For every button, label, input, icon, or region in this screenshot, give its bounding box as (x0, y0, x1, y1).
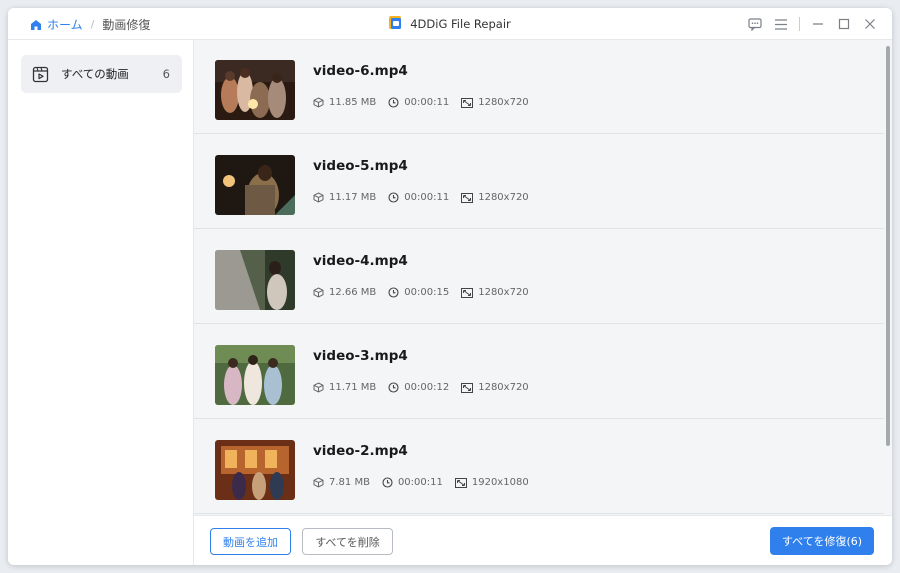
file-name: video-6.mp4 (313, 63, 408, 79)
file-name: video-3.mp4 (313, 348, 408, 364)
file-resolution: 1280x720 (461, 97, 529, 108)
delete-all-button[interactable]: すべてを削除 (302, 528, 393, 555)
window-controls (739, 15, 880, 33)
resolution-icon (461, 97, 474, 108)
file-duration: 00:00:11 (388, 97, 449, 108)
controls-divider (799, 17, 800, 31)
file-meta: 7.81 MB 00:00:11 1920x1080 (313, 477, 541, 488)
file-duration-value: 00:00:11 (404, 97, 450, 108)
file-size-value: 11.17 MB (329, 192, 377, 203)
file-duration-value: 00:00:15 (404, 287, 450, 298)
sidebar-item-label: すべての動画 (61, 67, 129, 81)
file-resolution-value: 1280x720 (478, 382, 529, 393)
file-name: video-4.mp4 (313, 253, 408, 269)
minimize-icon (813, 23, 823, 25)
file-resolution-value: 1280x720 (478, 287, 529, 298)
add-video-button[interactable]: 動画を追加 (210, 528, 291, 555)
feedback-button[interactable] (745, 15, 765, 33)
file-duration-value: 00:00:12 (404, 382, 450, 393)
box-icon (313, 192, 324, 203)
clock-icon (388, 382, 399, 393)
file-size-value: 7.81 MB (329, 477, 370, 488)
file-size-value: 12.66 MB (329, 287, 377, 298)
file-meta: 11.71 MB 00:00:12 1280x720 (313, 382, 541, 393)
box-icon (313, 477, 324, 488)
file-duration: 00:00:11 (382, 477, 443, 488)
list-item[interactable]: video-5.mp4 11.17 MB 00:00:11 1280x720 (194, 135, 884, 229)
clock-icon (388, 192, 399, 203)
file-size-value: 11.71 MB (329, 382, 377, 393)
menu-icon (775, 18, 787, 30)
file-size: 7.81 MB (313, 477, 370, 488)
close-icon (865, 19, 875, 29)
file-resolution: 1920x1080 (454, 477, 529, 488)
clock-icon (388, 97, 399, 108)
file-duration: 00:00:11 (388, 192, 449, 203)
file-name: video-5.mp4 (313, 158, 408, 174)
video-thumbnail (215, 250, 295, 310)
sidebar-item-count: 6 (162, 67, 170, 81)
feedback-icon (748, 17, 762, 31)
file-resolution-value: 1280x720 (478, 192, 529, 203)
file-duration-value: 00:00:11 (404, 192, 450, 203)
minimize-button[interactable] (808, 15, 828, 33)
file-resolution-value: 1280x720 (478, 97, 529, 108)
file-resolution: 1280x720 (461, 192, 529, 203)
file-size: 11.71 MB (313, 382, 376, 393)
list-item[interactable]: video-4.mp4 12.66 MB 00:00:15 1280x720 (194, 230, 884, 324)
list-item[interactable]: video-3.mp4 11.71 MB 00:00:12 1280x720 (194, 325, 884, 419)
sidebar-item-all-videos[interactable]: すべての動画 6 (21, 55, 182, 93)
maximize-icon (838, 18, 850, 30)
file-size: 12.66 MB (313, 287, 376, 298)
menu-button[interactable] (771, 15, 791, 33)
resolution-icon (454, 477, 467, 488)
clock-icon (388, 287, 399, 298)
app-window: ホーム / 動画修復 4DDiG File Repair すべての動画 6 vi… (8, 8, 892, 565)
footer-bar: 動画を追加 すべてを削除 すべてを修復(6) (194, 515, 892, 565)
file-size: 11.85 MB (313, 97, 376, 108)
box-icon (313, 97, 324, 108)
resolution-icon (461, 192, 474, 203)
app-title-text: 4DDiG File Repair (410, 16, 511, 31)
file-size: 11.17 MB (313, 192, 376, 203)
file-meta: 11.17 MB 00:00:11 1280x720 (313, 192, 541, 203)
file-duration: 00:00:12 (388, 382, 449, 393)
resolution-icon (461, 382, 474, 393)
video-thumbnail (215, 440, 295, 500)
repair-all-button[interactable]: すべてを修復(6) (770, 527, 874, 555)
scrollbar-thumb[interactable] (886, 46, 890, 446)
maximize-button[interactable] (834, 15, 854, 33)
video-folder-icon (32, 66, 49, 82)
file-resolution: 1280x720 (461, 382, 529, 393)
resolution-icon (461, 287, 474, 298)
video-thumbnail (215, 345, 295, 405)
file-meta: 12.66 MB 00:00:15 1280x720 (313, 287, 541, 298)
box-icon (313, 287, 324, 298)
title-bar: ホーム / 動画修復 4DDiG File Repair (8, 8, 892, 40)
file-name: video-2.mp4 (313, 443, 408, 459)
list-item[interactable]: video-6.mp4 11.85 MB 00:00:11 1280x720 (194, 40, 884, 134)
clock-icon (382, 477, 393, 488)
sidebar: すべての動画 6 (8, 40, 194, 565)
file-size-value: 11.85 MB (329, 97, 377, 108)
app-logo-icon (389, 16, 402, 29)
file-resolution-value: 1920x1080 (471, 477, 529, 488)
file-duration: 00:00:15 (388, 287, 449, 298)
file-meta: 11.85 MB 00:00:11 1280x720 (313, 97, 541, 108)
list-item[interactable]: video-2.mp4 7.81 MB 00:00:11 1920x1080 (194, 420, 884, 514)
close-button[interactable] (860, 15, 880, 33)
video-list: video-6.mp4 11.85 MB 00:00:11 1280x720 v… (194, 40, 892, 515)
video-thumbnail (215, 155, 295, 215)
box-icon (313, 382, 324, 393)
file-resolution: 1280x720 (461, 287, 529, 298)
video-thumbnail (215, 60, 295, 120)
scrollbar[interactable] (884, 40, 892, 515)
file-duration-value: 00:00:11 (397, 477, 443, 488)
